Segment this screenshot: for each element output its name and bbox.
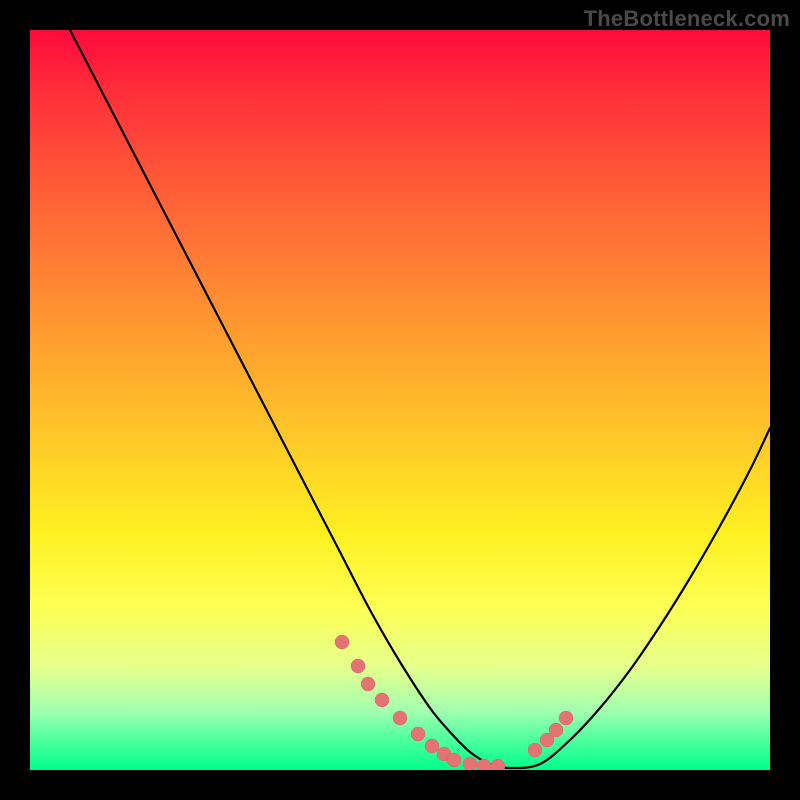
marker-group [335,635,573,770]
marker-point [491,759,505,770]
marker-point [411,727,425,741]
marker-point [559,711,573,725]
marker-point [361,677,375,691]
marker-point [351,659,365,673]
plot-area [30,30,770,770]
marker-point [375,693,389,707]
bottleneck-curve [70,30,770,768]
marker-point [393,711,407,725]
marker-point [528,743,542,757]
marker-point [335,635,349,649]
chart-frame: TheBottleneck.com [0,0,800,800]
watermark-text: TheBottleneck.com [584,6,790,32]
marker-point [425,739,439,753]
marker-point [463,757,477,770]
marker-point [447,753,461,767]
chart-svg [30,30,770,770]
marker-point [477,759,491,770]
marker-point [549,723,563,737]
